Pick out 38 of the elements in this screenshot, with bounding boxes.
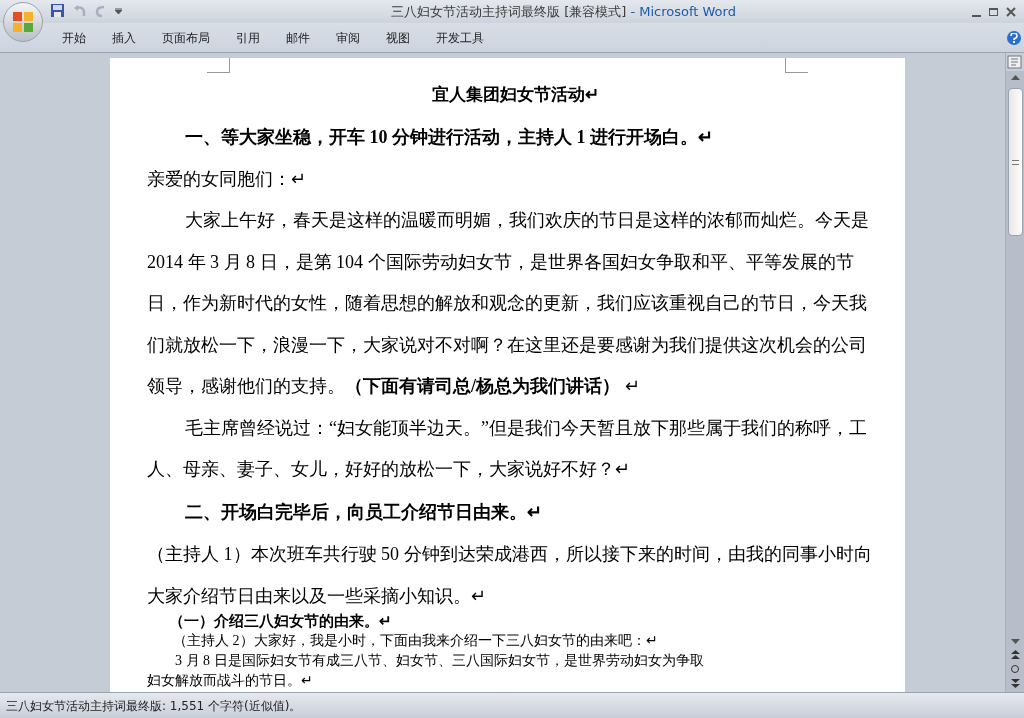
ribbon-tab[interactable]: 页面布局 xyxy=(152,28,220,47)
ribbon-tab[interactable]: 邮件 xyxy=(276,28,320,47)
ribbon-tab[interactable]: 插入 xyxy=(102,28,146,47)
save-icon[interactable] xyxy=(50,3,65,18)
dropdown-icon[interactable] xyxy=(115,7,122,14)
corner-mark xyxy=(785,58,808,73)
ribbon-tab[interactable]: 引用 xyxy=(226,28,270,47)
scrollbar[interactable] xyxy=(1006,71,1024,692)
paragraph: （一）介绍三八妇女节的由来。↵ xyxy=(168,611,393,631)
status-text: 三八妇女节活动主持词最终版: 1,551 个字符(近似值)。 xyxy=(6,697,302,715)
ruler-toggle-icon[interactable] xyxy=(1006,55,1023,69)
paragraph: （主持人 1）本次班车共行驶 50 分钟到达荣成港西，所以接下来的时间，由我的同事小时向大家介绍节日由来以及一些采摘小知识。↵ xyxy=(147,542,873,608)
scroll-thumb[interactable] xyxy=(1007,88,1023,236)
ribbon-tab[interactable]: 审阅 xyxy=(326,28,370,47)
paragraph: 毛主席曾经说过：“妇女能顶半边天。”但是我们今天暂且放下那些属于我们的称呼，工人、母亲、妻子、女儿，好好的放松一下，大家说好不好？↵ xyxy=(147,416,868,481)
paragraph: 宜人集团妇女节活动↵ xyxy=(430,84,600,106)
next-page-icon[interactable] xyxy=(1010,679,1020,688)
previous-page-icon[interactable] xyxy=(1010,650,1020,659)
minimize-icon[interactable] xyxy=(972,14,981,17)
scroll-up-icon[interactable] xyxy=(1010,75,1020,80)
office-logo-icon xyxy=(11,10,35,34)
app-name: - Microsoft Word xyxy=(630,2,736,21)
paragraph: 一、等大家坐稳，开车 10 分钟进行活动，主持人 1 进行开场白。↵ xyxy=(184,126,714,149)
ribbon-tab[interactable]: 开发工具 xyxy=(426,28,494,47)
paragraph: 3 月 8 日是国际妇女节有成三八节、妇女节、三八国际妇女节，是世界劳动妇女为争取 xyxy=(174,651,705,670)
paragraph: 大家上午好，春天是这样的温暖而明媚，我们欢庆的节日是这样的浓郁而灿烂。今天是 2014 年 3 月 8 日，是第 104 个国际劳动妇女节，是世界各国妇女争取和平、平等发展的节日，作为新时代的女性，随着思想的解放和观念的更新，我们应该重视自己的节日，今天我们就放松一下，浪漫一下，大家说对不对啊？在这里还是要感谢为我们提供这次机会的公司领导，感谢他们的支持。（下面有请司总/杨总为我们讲话） ↵ xyxy=(147,209,870,398)
paragraph: 二、开场白完毕后，向员工介绍节日由来。↵ xyxy=(184,500,543,524)
restore-icon[interactable] xyxy=(989,7,998,16)
window-title: 三八妇女节活动主持词最终版 [兼容模式] xyxy=(391,2,627,21)
ribbon-tab[interactable]: 开始 xyxy=(52,28,96,47)
paragraph: 妇女解放而战斗的节日。↵ xyxy=(147,671,314,690)
help-icon[interactable] xyxy=(1007,30,1021,45)
paragraph: （主持人 2）大家好，我是小时，下面由我来介绍一下三八妇女节的由来吧：↵ xyxy=(172,631,659,650)
close-icon[interactable] xyxy=(1006,6,1016,17)
corner-mark xyxy=(207,58,230,73)
ribbon-tab[interactable]: 视图 xyxy=(376,28,420,47)
paragraph: 亲爱的女同胞们：↵ xyxy=(147,168,307,191)
scroll-down-icon[interactable] xyxy=(1010,639,1020,644)
